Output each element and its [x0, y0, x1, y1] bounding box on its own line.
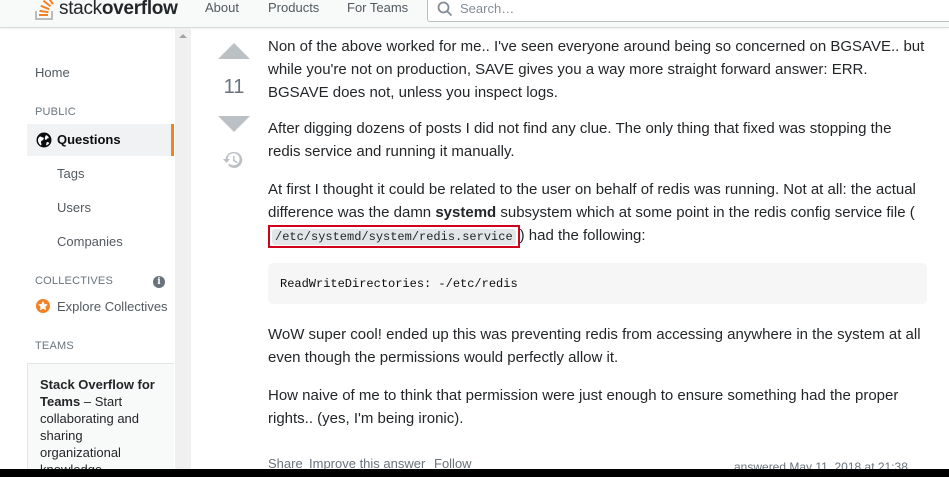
sidebar-item-explore-collectives[interactable]: Explore Collectives [35, 298, 168, 314]
stack-overflow-logo-icon [35, 0, 54, 20]
answer-paragraph-4: WoW super cool! ended up this was preven… [268, 326, 921, 366]
globe-icon [36, 132, 52, 148]
downvote-button[interactable] [218, 116, 250, 132]
teams-promo-text: Stack Overflow for Teams – Start collabo… [40, 377, 155, 477]
inline-code-path: /etc/systemd/system/redis.service [272, 229, 516, 245]
vote-count: 11 [223, 76, 245, 98]
answer-paragraph-5: How naive of me to think that permission… [268, 387, 899, 427]
logo-wordmark: stackoverflow [59, 0, 178, 19]
bottom-bar [0, 469, 949, 477]
sidebar-item-label: Explore Collectives [57, 298, 168, 314]
history-icon[interactable] [223, 150, 243, 170]
teams-promo: Stack Overflow for Teams – Start collabo… [27, 363, 174, 477]
sidebar-scrollbar[interactable] [175, 28, 191, 469]
left-sidebar: Home PUBLIC Questions Tags Users Compani… [27, 28, 175, 477]
nav-for-teams[interactable]: For Teams [347, 0, 408, 15]
answer-paragraph-2: After digging dozens of posts I did not … [268, 120, 892, 160]
answer-paragraph-3: At first I thought it could be related t… [268, 178, 928, 248]
sidebar-item-companies[interactable]: Companies [57, 234, 123, 250]
sidebar-item-questions[interactable]: Questions [27, 124, 174, 156]
search-icon [437, 1, 453, 17]
info-icon[interactable]: i [153, 276, 165, 288]
sidebar-item-home[interactable]: Home [35, 65, 70, 81]
sidebar-section-teams: TEAMS [35, 340, 74, 352]
collectives-icon [36, 299, 50, 313]
search-input[interactable] [460, 0, 940, 18]
upvote-button[interactable] [218, 43, 250, 59]
sidebar-section-collectives: COLLECTIVES [35, 275, 114, 287]
sidebar-item-users[interactable]: Users [57, 200, 91, 216]
top-bar: stackoverflow About Products For Teams [0, 0, 949, 28]
systemd-bold: systemd [435, 204, 497, 221]
scroll-up-arrow-icon[interactable] [179, 34, 187, 38]
highlighted-code-box: /etc/systemd/system/redis.service [268, 225, 520, 248]
stack-overflow-logo[interactable]: stackoverflow [35, 0, 178, 20]
nav-products[interactable]: Products [268, 0, 319, 15]
sidebar-section-public: PUBLIC [35, 106, 76, 118]
search-box [427, 0, 949, 22]
sidebar-item-label: Questions [57, 132, 121, 147]
code-block: ReadWriteDirectories: -/etc/redis [268, 263, 927, 304]
sidebar-item-tags[interactable]: Tags [57, 166, 84, 182]
nav-about[interactable]: About [205, 0, 239, 15]
answer-paragraph-1: Non of the above worked for me.. I've se… [268, 38, 925, 101]
